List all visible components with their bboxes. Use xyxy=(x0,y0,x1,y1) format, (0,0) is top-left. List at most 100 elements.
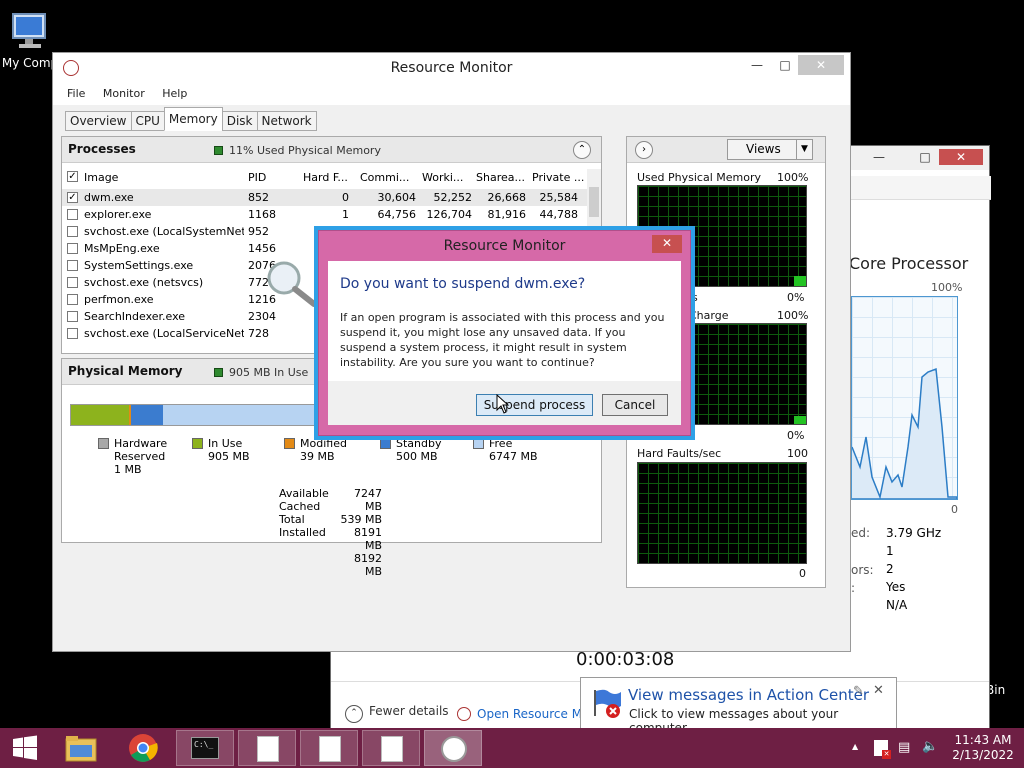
dialog-message: If an open program is associated with th… xyxy=(340,311,665,369)
chevron-up-icon: ⌃ xyxy=(345,705,363,723)
wrench-icon[interactable]: ✎ xyxy=(853,684,864,699)
action-center-notification[interactable]: View messages in Action Center Click to … xyxy=(580,677,897,735)
col-pid[interactable]: PID xyxy=(248,171,266,184)
taskbar-command-prompt[interactable]: C:\_ xyxy=(176,730,234,766)
start-button[interactable] xyxy=(0,730,50,766)
legend-swatch xyxy=(473,438,484,449)
show-hidden-icons[interactable]: ▲ xyxy=(852,742,858,751)
physical-memory-status: 905 MB In Use xyxy=(214,366,308,379)
cell-working: 52,252 xyxy=(433,191,473,204)
stat-label-3: : xyxy=(851,581,856,595)
col-private[interactable]: Private ... xyxy=(532,171,584,184)
total-label-installed: Installed xyxy=(279,526,326,539)
folder-icon xyxy=(65,736,97,762)
clock-time: 11:43 AM xyxy=(954,733,1012,747)
table-row[interactable]: ✓ dwm.exe 852 0 30,604 52,252 26,668 25,584 xyxy=(62,189,587,206)
network-tray-icon[interactable]: ▤ xyxy=(898,740,910,755)
fewer-details-button[interactable]: ⌃ Fewer details xyxy=(345,704,449,723)
expand-chevron-icon[interactable]: › xyxy=(635,141,653,159)
collapse-chevron-icon[interactable]: ⌃ xyxy=(573,141,591,159)
cell-pid: 728 xyxy=(248,327,269,340)
row-checkbox[interactable] xyxy=(67,277,78,288)
col-hard-faults[interactable]: Hard F... xyxy=(303,171,348,184)
open-resmon-label: Open Resource Mo xyxy=(477,707,590,721)
minimize-button[interactable]: — xyxy=(744,55,770,75)
taskbar-document-1[interactable] xyxy=(238,730,296,766)
select-all-checkbox[interactable]: ✓ xyxy=(67,171,78,182)
row-checkbox[interactable] xyxy=(67,328,78,339)
graph-title-hard-faults: Hard Faults/sec xyxy=(637,447,722,460)
cell-private: 25,584 xyxy=(539,191,579,204)
graph-min-hard-faults: 0 xyxy=(799,567,806,580)
processes-header[interactable]: Processes 11% Used Physical Memory ⌃ xyxy=(62,137,601,163)
col-image[interactable]: Image xyxy=(84,171,118,184)
tab-disk[interactable]: Disk xyxy=(221,111,258,131)
tab-overview[interactable]: Overview xyxy=(65,111,132,131)
tab-memory[interactable]: Memory xyxy=(163,107,223,131)
processes-scroll-thumb[interactable] xyxy=(589,187,599,217)
notification-close-icon[interactable]: ✕ xyxy=(873,683,884,698)
cell-commit: 30,604 xyxy=(377,191,417,204)
table-row[interactable]: explorer.exe 1168 1 64,756 126,704 81,916 44,7… xyxy=(62,206,587,223)
views-dropdown[interactable]: Views ▼ xyxy=(727,139,813,160)
status-indicator-icon xyxy=(214,146,223,155)
maximize-button[interactable]: □ xyxy=(911,149,939,165)
maximize-button[interactable]: □ xyxy=(772,55,798,75)
action-center-tray-icon[interactable]: ✕ xyxy=(874,740,891,759)
fewer-details-label: Fewer details xyxy=(369,704,449,718)
legend-value: 905 MB xyxy=(208,450,250,463)
row-checkbox[interactable]: ✓ xyxy=(67,192,78,203)
cell-image: explorer.exe xyxy=(84,208,152,221)
desktop-icon-label: My Comp xyxy=(1,56,59,70)
suspend-process-button[interactable]: Suspend process xyxy=(476,394,593,416)
col-shareable[interactable]: Sharea... xyxy=(476,171,525,184)
volume-muted-icon[interactable]: 🔈 xyxy=(922,739,938,754)
stat-value-virt: Yes xyxy=(886,580,906,594)
processes-status: 11% Used Physical Memory xyxy=(214,144,381,157)
row-checkbox[interactable] xyxy=(67,209,78,220)
legend-value: 1 MB xyxy=(114,463,142,476)
row-checkbox[interactable] xyxy=(67,226,78,237)
computer-icon xyxy=(12,13,46,48)
taskbar-resource-monitor[interactable] xyxy=(424,730,482,766)
col-commit[interactable]: Commi... xyxy=(360,171,409,184)
menu-help[interactable]: Help xyxy=(162,87,187,100)
legend-label: Hardware xyxy=(114,437,168,450)
cell-shareable: 26,668 xyxy=(487,191,527,204)
status-indicator-icon xyxy=(214,368,223,377)
cell-hard-faults: 0 xyxy=(342,191,349,204)
right-pane-scrollbar[interactable] xyxy=(829,136,843,644)
desktop-icon-computer[interactable]: My Comp xyxy=(0,8,60,70)
document-icon xyxy=(319,736,341,762)
uptime-value: 0:00:03:08 xyxy=(576,649,675,670)
dialog-title: Resource Monitor xyxy=(443,238,566,254)
cancel-button[interactable]: Cancel xyxy=(602,394,668,416)
taskbar-file-explorer[interactable] xyxy=(52,730,110,766)
open-resource-monitor-link[interactable]: Open Resource Mo xyxy=(457,707,589,721)
window-title: Resource Monitor xyxy=(390,60,513,76)
row-checkbox[interactable] xyxy=(67,294,78,305)
close-button[interactable]: ✕ xyxy=(798,55,844,75)
dialog-close-button[interactable]: ✕ xyxy=(652,235,682,253)
dialog-titlebar: Resource Monitor ✕ xyxy=(319,231,690,259)
legend-swatch xyxy=(98,438,109,449)
taskbar-document-3[interactable] xyxy=(362,730,420,766)
col-working[interactable]: Worki... xyxy=(422,171,463,184)
row-checkbox[interactable] xyxy=(67,311,78,322)
cell-image: SystemSettings.exe xyxy=(84,259,194,272)
legend-swatch xyxy=(284,438,295,449)
graph-hard-faults xyxy=(637,462,807,564)
row-checkbox[interactable] xyxy=(67,260,78,271)
menu-file[interactable]: File xyxy=(67,87,85,100)
menu-monitor[interactable]: Monitor xyxy=(103,87,145,100)
row-checkbox[interactable] xyxy=(67,243,78,254)
taskbar-chrome[interactable] xyxy=(114,730,172,766)
close-button[interactable]: ✕ xyxy=(939,149,983,165)
taskbar-document-2[interactable] xyxy=(300,730,358,766)
clock[interactable]: 11:43 AM 2/13/2022 xyxy=(948,733,1018,763)
tab-network[interactable]: Network xyxy=(256,111,317,131)
tab-strip: Overview CPU Memory Disk Network xyxy=(65,107,317,131)
tab-cpu[interactable]: CPU xyxy=(130,111,165,131)
resource-monitor-app-icon xyxy=(63,60,79,76)
minimize-button[interactable]: — xyxy=(865,149,893,165)
